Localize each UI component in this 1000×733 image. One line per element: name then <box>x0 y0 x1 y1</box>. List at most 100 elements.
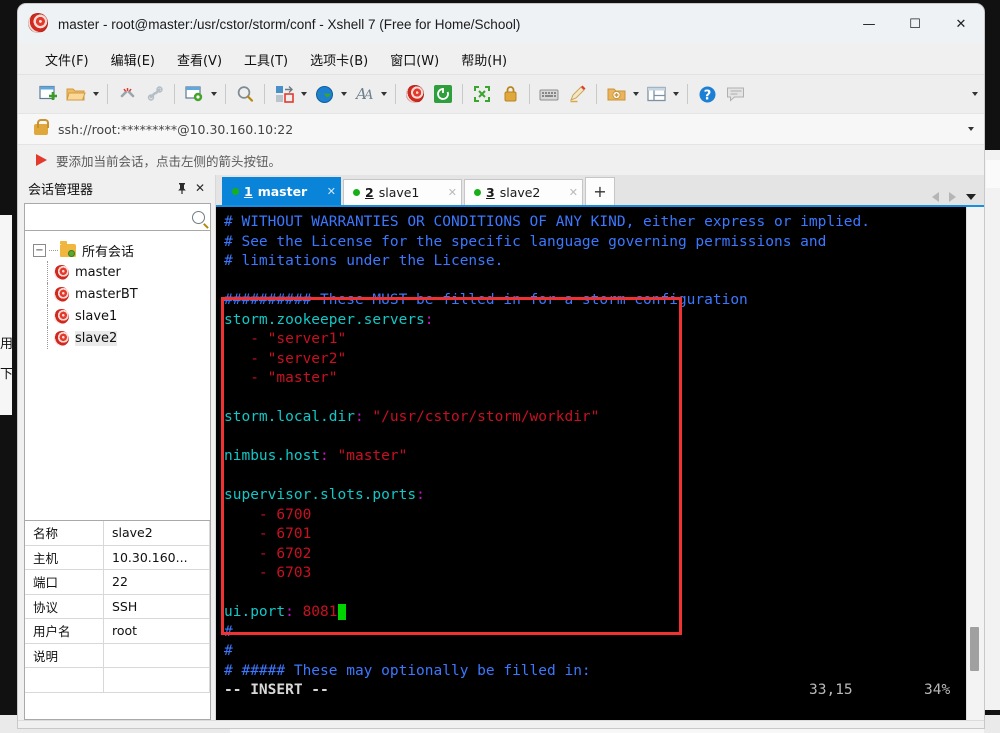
tab-list-chevron-down-icon[interactable] <box>966 194 976 200</box>
bg-text-2: 下 <box>0 367 14 382</box>
highlight-pen-icon[interactable] <box>564 81 590 107</box>
add-folder-icon[interactable] <box>603 81 629 107</box>
terminal-span: - <box>224 526 277 542</box>
toolbar-separator <box>107 84 108 104</box>
sidebar-item-master[interactable]: master <box>25 261 210 283</box>
prop-value: SSH <box>103 594 210 619</box>
bg-right-fragment <box>986 160 1000 188</box>
globe-icon[interactable] <box>311 81 337 107</box>
terminal-output[interactable]: # WITHOUT WARRANTIES OR CONDITIONS OF AN… <box>216 207 966 720</box>
font-dropdown[interactable] <box>378 81 390 107</box>
chevron-left-icon[interactable] <box>932 192 939 202</box>
layout-dropdown[interactable] <box>298 81 310 107</box>
xshell-snail-logo-icon <box>28 13 50 35</box>
session-properties-icon[interactable] <box>181 81 207 107</box>
prop-value-empty <box>103 667 210 693</box>
terminal-line: storm.local.dir: "/usr/cstor/storm/workd… <box>224 408 966 428</box>
toolbar-separator <box>529 84 530 104</box>
table-row: 主机 10.30.160... <box>25 545 210 570</box>
minimize-button[interactable]: — <box>846 4 892 44</box>
tab-close-icon[interactable]: ✕ <box>319 185 336 198</box>
terminal-view[interactable]: # WITHOUT WARRANTIES OR CONDITIONS OF AN… <box>216 205 984 720</box>
prop-key: 名称 <box>25 521 104 546</box>
xftp-icon[interactable] <box>430 81 456 107</box>
sidebar-item-slave1[interactable]: slave1 <box>25 305 210 327</box>
address-bar[interactable]: ssh://root:*********@10.30.160.10:22 <box>18 113 984 145</box>
session-properties-dropdown[interactable] <box>208 81 220 107</box>
open-session-dropdown[interactable] <box>90 81 102 107</box>
keyboard-icon[interactable] <box>536 81 562 107</box>
menu-tabs[interactable]: 选项卡(B) <box>301 46 377 73</box>
disconnect-icon[interactable] <box>114 81 140 107</box>
terminal-span: - <box>224 331 268 347</box>
tree-line <box>47 261 49 283</box>
menu-file[interactable]: 文件(F) <box>36 46 98 73</box>
prop-key: 主机 <box>25 545 104 570</box>
address-chevron-down-icon[interactable] <box>968 127 974 131</box>
pin-panel-icon[interactable] <box>173 179 191 197</box>
tab-slave2[interactable]: 3 slave2 ✕ <box>464 179 583 205</box>
svg-text:?: ? <box>703 88 711 103</box>
status-dot-connected-icon <box>353 189 360 196</box>
tab-master[interactable]: 1 master ✕ <box>222 177 341 205</box>
xshell-icon[interactable] <box>402 81 428 107</box>
menu-view[interactable]: 查看(V) <box>168 46 231 73</box>
session-icon <box>54 330 69 346</box>
prop-value: 22 <box>103 569 210 595</box>
session-manager-header: 会话管理器 ✕ <box>18 175 215 201</box>
prop-value <box>103 643 210 668</box>
tab-slave1[interactable]: 2 slave1 ✕ <box>343 179 462 205</box>
menu-help[interactable]: 帮助(H) <box>452 46 516 73</box>
expander-icon[interactable]: − <box>33 243 46 257</box>
session-label: masterBT <box>75 286 138 302</box>
bg-text-1: 用 <box>0 337 14 352</box>
terminal-line: # See the License for the specific langu… <box>224 233 966 253</box>
close-panel-icon[interactable]: ✕ <box>191 179 209 197</box>
globe-dropdown[interactable] <box>338 81 350 107</box>
maximize-button[interactable]: ☐ <box>892 4 938 44</box>
terminal-span: - <box>224 565 277 581</box>
terminal-scrollbar[interactable] <box>966 207 984 720</box>
add-folder-dropdown[interactable] <box>630 81 642 107</box>
new-session-icon[interactable] <box>35 81 61 107</box>
terminal-span: "server1" <box>267 331 347 347</box>
search-icon[interactable] <box>192 210 205 224</box>
terminal-span: 6702 <box>276 545 312 562</box>
sidebar-item-masterbt[interactable]: masterBT <box>25 283 210 305</box>
chevron-right-icon[interactable] <box>949 192 956 202</box>
find-icon[interactable] <box>232 81 258 107</box>
split-view-dropdown[interactable] <box>670 81 682 107</box>
toolbar-overflow-chevron-down-icon[interactable] <box>972 75 978 113</box>
reconnect-icon[interactable] <box>142 81 168 107</box>
tab-number: 3 <box>486 185 495 200</box>
chat-icon[interactable] <box>722 81 748 107</box>
terminal-span: # ##### These may optionally be filled i… <box>224 662 591 679</box>
font-icon[interactable]: AA <box>351 81 377 107</box>
vim-status-line: -- INSERT -- 33,15 34% <box>224 681 964 701</box>
terminal-scrollbar-thumb[interactable] <box>970 627 979 671</box>
address-input[interactable]: ssh://root:*********@10.30.160.10:22 <box>58 122 293 137</box>
tab-close-icon[interactable]: ✕ <box>440 186 457 199</box>
tab-number: 2 <box>365 185 374 200</box>
split-view-icon[interactable] <box>643 81 669 107</box>
menu-edit[interactable]: 编辑(E) <box>102 46 164 73</box>
layout-icon[interactable] <box>271 81 297 107</box>
close-button[interactable]: ✕ <box>938 4 984 44</box>
session-tree-root[interactable]: − 所有会话 <box>25 239 210 261</box>
menu-tools[interactable]: 工具(T) <box>235 46 297 73</box>
sidebar-item-slave2[interactable]: slave2 <box>25 327 210 349</box>
open-session-icon[interactable] <box>63 81 89 107</box>
terminal-span: - <box>224 370 268 386</box>
lock-icon[interactable] <box>497 81 523 107</box>
tab-close-icon[interactable]: ✕ <box>561 186 578 199</box>
terminal-span: "/usr/cstor/storm/workdir" <box>372 409 600 425</box>
terminal-span: : <box>320 448 338 464</box>
new-tab-button[interactable]: + <box>585 177 615 205</box>
fullscreen-icon[interactable] <box>469 81 495 107</box>
help-icon[interactable]: ? <box>694 81 720 107</box>
session-search-input[interactable] <box>24 203 211 231</box>
table-row: 名称 slave2 <box>25 521 210 546</box>
menu-window[interactable]: 窗口(W) <box>381 46 448 73</box>
